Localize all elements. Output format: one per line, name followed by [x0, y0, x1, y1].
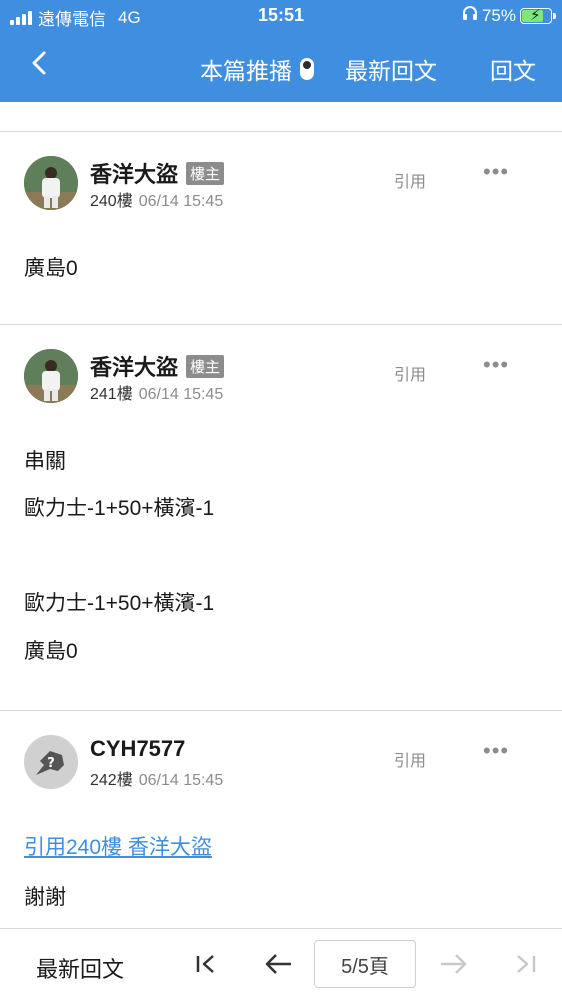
- floor-number: 240樓: [90, 193, 133, 210]
- more-options-icon[interactable]: •••: [483, 352, 509, 378]
- username[interactable]: 香洋大盜 樓主: [90, 350, 225, 382]
- chevron-left-icon: [32, 51, 46, 75]
- content-line: 串關: [24, 450, 66, 473]
- post-meta: 240樓 06/14 15:45: [90, 187, 223, 211]
- push-label: 本篇推播: [200, 58, 292, 84]
- first-page-icon[interactable]: [192, 947, 222, 981]
- content-line: 歐力士-1+50+橫濱-1: [24, 592, 215, 615]
- bottom-pagination-bar: 最新回文 5/5頁: [0, 928, 562, 1000]
- floor-number: 241樓: [90, 386, 133, 403]
- latest-replies-button[interactable]: 最新回文: [36, 952, 124, 984]
- author-badge: 樓主: [186, 161, 225, 185]
- status-bar: 遠傳電信 4G 15:51 75% ⚡: [0, 0, 562, 32]
- username-text: 香洋大盜: [90, 355, 179, 380]
- svg-text:?: ?: [47, 756, 55, 771]
- username-text: CYH7577: [90, 736, 186, 761]
- quote-button[interactable]: 引用: [394, 168, 426, 192]
- divider: [0, 710, 562, 711]
- quote-reference-link[interactable]: 引用240樓 香洋大盜: [24, 831, 212, 861]
- floor-number: 242樓: [90, 772, 133, 789]
- content-line: 謝謝: [24, 886, 66, 909]
- nav-bar: 本篇推播 最新回文 回文: [0, 32, 562, 102]
- divider: [0, 324, 562, 325]
- username-text: 香洋大盜: [90, 162, 179, 187]
- headphones-icon: [462, 5, 478, 26]
- last-page-icon[interactable]: [510, 947, 540, 981]
- latest-replies-button[interactable]: 最新回文: [345, 52, 437, 86]
- avatar[interactable]: [24, 156, 78, 210]
- toggle-icon: [300, 58, 314, 80]
- post-meta: 241樓 06/14 15:45: [90, 380, 223, 404]
- default-avatar-icon[interactable]: ?: [24, 735, 78, 789]
- post-date: 06/14 15:45: [138, 386, 224, 403]
- reply-button[interactable]: 回文: [490, 52, 536, 86]
- username[interactable]: CYH7577: [90, 736, 185, 762]
- content-line: 廣島0: [24, 640, 78, 663]
- battery-icon: ⚡: [520, 7, 556, 24]
- divider: [0, 131, 562, 132]
- battery-percent: 75%: [481, 5, 516, 25]
- more-options-icon[interactable]: •••: [483, 159, 509, 185]
- more-options-icon[interactable]: •••: [483, 738, 509, 764]
- username[interactable]: 香洋大盜 樓主: [90, 157, 225, 189]
- content-line: 歐力士-1+50+橫濱-1: [24, 497, 215, 520]
- page-indicator[interactable]: 5/5頁: [314, 940, 416, 988]
- avatar[interactable]: [24, 349, 78, 403]
- author-badge: 樓主: [186, 354, 225, 378]
- back-button[interactable]: [28, 48, 58, 84]
- post-date: 06/14 15:45: [138, 193, 224, 210]
- quote-button[interactable]: 引用: [394, 361, 426, 385]
- arrow-left-icon[interactable]: [262, 947, 296, 981]
- quote-button[interactable]: 引用: [394, 747, 426, 771]
- post-meta: 242樓 06/14 15:45: [90, 766, 223, 790]
- header: 遠傳電信 4G 15:51 75% ⚡ 本篇推播 最新回文 回文: [0, 0, 562, 102]
- push-toggle[interactable]: 本篇推播: [200, 52, 314, 86]
- content-line: 廣島0: [24, 257, 78, 280]
- post-date: 06/14 15:45: [138, 772, 224, 789]
- arrow-right-icon[interactable]: [436, 947, 470, 981]
